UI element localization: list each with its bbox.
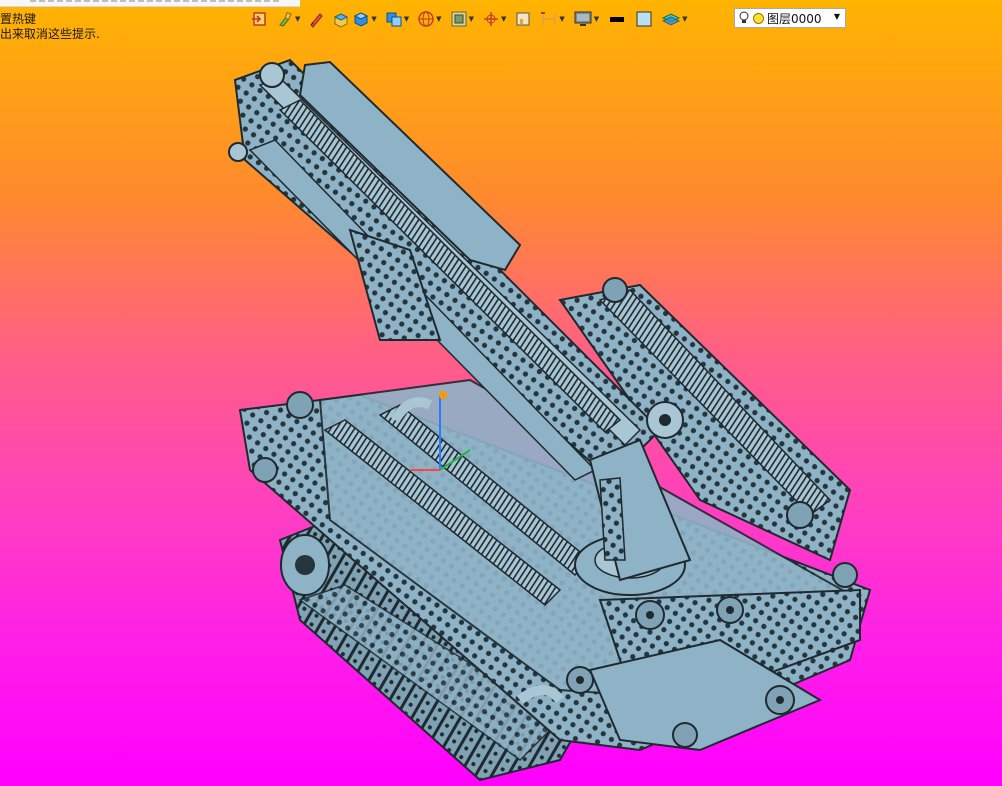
pen-button[interactable]	[308, 7, 324, 31]
display-mode-icon	[451, 11, 467, 27]
sphere-grid-button[interactable]: ▼	[417, 7, 442, 31]
axis-icon	[483, 12, 498, 26]
monitor-button[interactable]: ▼	[573, 7, 599, 31]
view-orient-button[interactable]: ▼	[385, 7, 409, 31]
hotkey-hint: 置热键	[0, 12, 37, 26]
layer-name: 图层0000	[767, 11, 822, 26]
3d-viewport[interactable]	[0, 0, 1002, 786]
blue-cube-button[interactable]: ▼	[352, 7, 377, 31]
shaded-box-button[interactable]	[332, 7, 350, 31]
pen-icon	[310, 13, 324, 28]
layers-button[interactable]: ▼	[661, 7, 688, 31]
layer-dropdown[interactable]: 图层0000 ▼	[734, 8, 846, 28]
shaded-box-icon	[334, 13, 349, 28]
section-button[interactable]	[514, 7, 532, 31]
black-line-icon	[610, 17, 625, 22]
layer-color-dot	[753, 12, 764, 24]
axis-button[interactable]: ▼	[482, 7, 506, 31]
view-orient-icon	[386, 12, 402, 27]
section-icon	[516, 12, 530, 26]
exit-sketch-icon	[252, 12, 266, 26]
line-color-button[interactable]	[607, 7, 627, 31]
clip-plane-icon	[541, 12, 557, 25]
display-mode-button[interactable]: ▼	[450, 7, 474, 31]
fill-color-button[interactable]	[635, 7, 653, 31]
monitor-icon	[574, 11, 592, 26]
paint-brush-button[interactable]: ▼	[276, 7, 300, 31]
sphere-grid-icon	[418, 11, 434, 27]
paint-brush-icon	[279, 11, 292, 27]
crane-model[interactable]	[0, 0, 1002, 786]
chevron-down-icon[interactable]: ▼	[834, 12, 840, 21]
clip-plane-button[interactable]: ▼	[540, 7, 565, 31]
lightbulb-icon	[739, 11, 749, 23]
color-swatch-icon	[636, 11, 652, 27]
dismiss-hint: 出来取消这些提示.	[0, 27, 100, 41]
view-toolbar: ▼ ▼ ▼ ▼ ▼ ▼ ▼ ▼ ▼	[250, 6, 688, 32]
layers-icon	[662, 13, 681, 26]
blue-cube-icon	[354, 12, 369, 27]
exit-sketch-button[interactable]	[250, 7, 268, 31]
